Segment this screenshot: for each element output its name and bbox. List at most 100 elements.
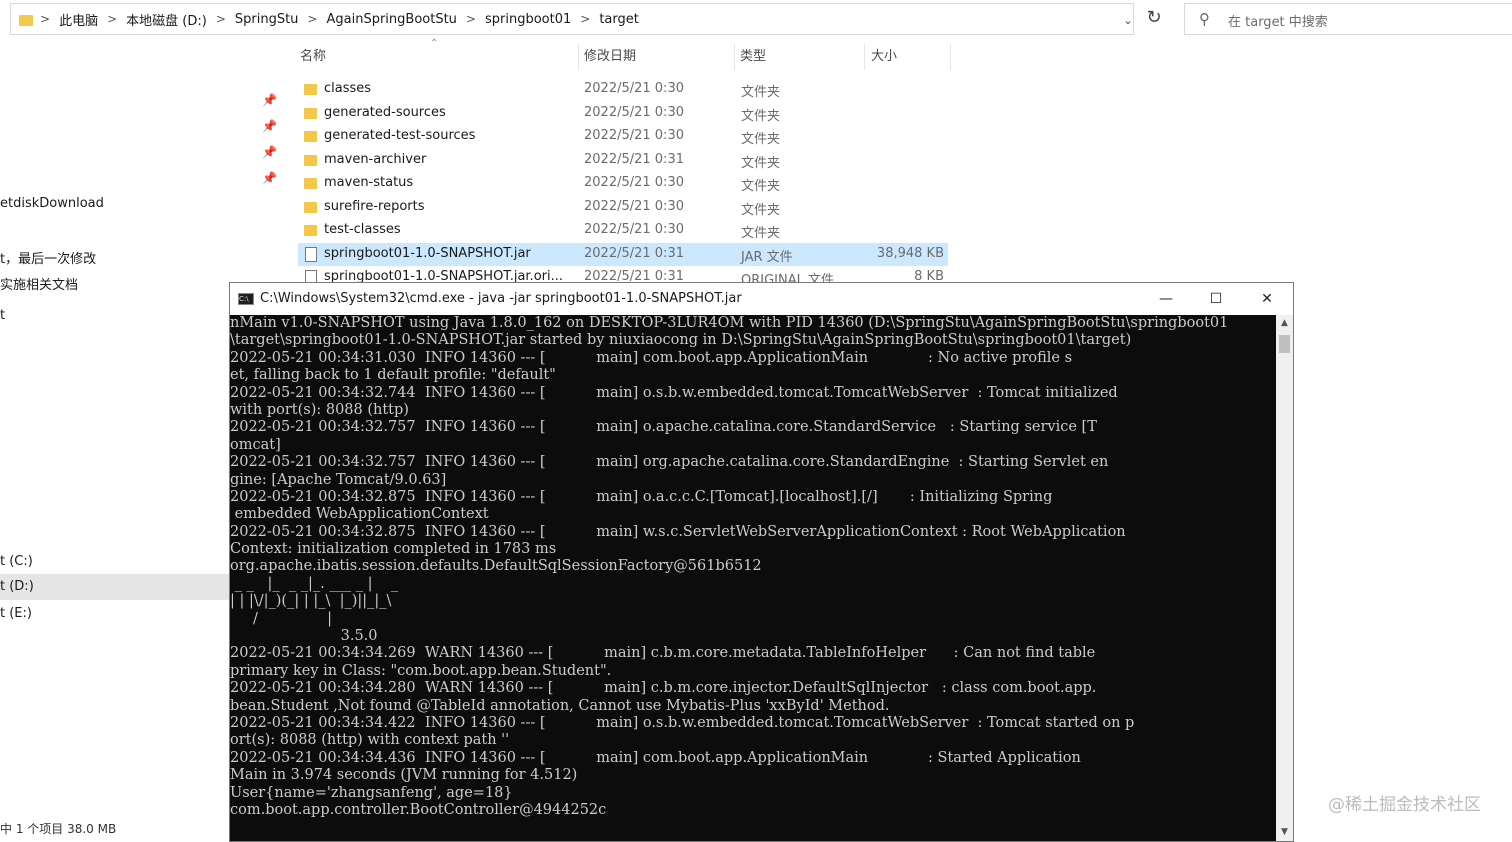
folder-icon (304, 107, 317, 119)
breadcrumb-separator-icon[interactable]: > (304, 12, 320, 26)
breadcrumb-separator-icon[interactable]: > (104, 12, 120, 26)
file-name: test-classes (324, 222, 401, 237)
console-line: bean.Student ,Not found @TableId annotat… (230, 697, 890, 714)
file-type: 文件夹 (741, 132, 781, 147)
sidebar-item[interactable]: 实施相关文档 (0, 274, 78, 293)
column-header-name[interactable]: 名称 (300, 46, 326, 68)
file-row[interactable]: classes 2022/5/21 0:30 文件夹 (298, 78, 948, 101)
file-date: 2022/5/21 0:30 (584, 81, 684, 96)
folder-icon (304, 131, 317, 142)
console-output[interactable]: nMain v1.0-SNAPSHOT using Java 1.8.0_162… (230, 315, 1275, 841)
scroll-down-icon[interactable]: ▼ (1276, 824, 1293, 841)
file-date: 2022/5/21 0:31 (584, 245, 684, 261)
column-divider[interactable] (864, 44, 865, 70)
file-name: maven-archiver (324, 151, 427, 167)
file-row[interactable]: generated-sources 2022/5/21 0:30 文件夹 (298, 102, 948, 125)
file-row[interactable]: springboot01-1.0-SNAPSHOT.jar 2022/5/21 0… (298, 242, 948, 266)
console-line: 2022-05-21 00:34:34.436 INFO 14360 --- [… (230, 749, 1081, 766)
sort-ascending-icon: ⌃ (430, 38, 439, 49)
breadcrumb-item[interactable]: SpringStu (229, 12, 305, 27)
pin-icon[interactable]: 📌 (262, 93, 277, 107)
column-header-date[interactable]: 修改日期 (584, 46, 636, 68)
file-row[interactable]: test-classes 2022/5/21 0:30 文件夹 (298, 219, 948, 242)
breadcrumb-separator-icon[interactable]: > (463, 12, 479, 26)
breadcrumb-separator-icon[interactable]: > (37, 12, 53, 26)
file-row[interactable]: maven-status 2022/5/21 0:30 文件夹 (298, 172, 948, 195)
console-line: with port(s): 8088 (http) (230, 401, 409, 418)
console-line: 2022-05-21 00:34:34.280 WARN 14360 --- [… (230, 680, 1097, 697)
search-input[interactable]: 在 target 中搜索 (1228, 11, 1328, 30)
console-line: primary key in Class: "com.boot.app.bean… (230, 662, 612, 679)
file-row[interactable]: maven-archiver 2022/5/21 0:31 文件夹 (298, 149, 948, 172)
console-line: _ _ |_ _ _|_. ___ _ | _ (230, 575, 399, 592)
cmd-window[interactable]: C:\ C:\Windows\System32\cmd.exe - java -… (229, 282, 1294, 842)
console-line: 2022-05-21 00:34:32.757 INFO 14360 --- [… (230, 454, 1109, 471)
breadcrumb-separator-icon[interactable]: > (577, 12, 593, 26)
console-line: ort(s): 8088 (http) with context path '' (230, 732, 510, 749)
folder-icon (304, 154, 317, 166)
breadcrumb: > 此电脑 > 本地磁盘 (D:) > SpringStu > AgainSpringBoot… (19, 4, 645, 34)
console-line: User{name='zhangsanfeng', age=18} (230, 784, 513, 801)
maximize-icon[interactable]: ☐ (1191, 283, 1241, 315)
sidebar-drive-d[interactable]: t (D:) (0, 574, 230, 600)
console-line: 2022-05-21 00:34:32.757 INFO 14360 --- [… (230, 419, 1097, 436)
cmd-window-title: C:\Windows\System32\cmd.exe - java -jar … (260, 291, 742, 306)
console-line: 2022-05-21 00:34:31.030 INFO 14360 --- [… (230, 349, 1073, 366)
file-name: surefire-reports (324, 198, 425, 214)
address-bar[interactable]: > 此电脑 > 本地磁盘 (D:) > SpringStu > AgainSpringBoot… (10, 3, 1134, 35)
cmd-title-bar[interactable]: C:\ C:\Windows\System32\cmd.exe - java -… (230, 283, 1293, 315)
status-bar: 中 1 个项目 38.0 MB (0, 822, 117, 836)
minimize-icon[interactable]: — (1141, 283, 1191, 315)
breadcrumb-item[interactable]: target (593, 12, 645, 27)
folder-icon (304, 225, 317, 236)
console-line: 2022-05-21 00:34:32.875 INFO 14360 --- [… (230, 488, 1053, 505)
breadcrumb-item[interactable]: AgainSpringBootStu (320, 12, 462, 27)
breadcrumb-separator-icon[interactable]: > (213, 12, 229, 26)
file-date: 2022/5/21 0:30 (584, 222, 684, 237)
close-icon[interactable]: ✕ (1242, 283, 1292, 315)
folder-icon (304, 201, 317, 213)
file-date: 2022/5/21 0:30 (584, 198, 684, 214)
column-header-size[interactable]: 大小 (871, 46, 897, 68)
console-line: 2022-05-21 00:34:34.422 INFO 14360 --- [… (230, 714, 1135, 731)
file-date: 2022/5/21 0:31 (584, 151, 684, 167)
file-type: 文件夹 (741, 202, 781, 218)
file-type: JAR 文件 (741, 249, 793, 265)
column-divider[interactable] (578, 44, 579, 70)
console-line: 2022-05-21 00:34:34.269 WARN 14360 --- [… (230, 645, 1096, 662)
file-date: 2022/5/21 0:30 (584, 104, 684, 120)
console-scrollbar[interactable]: ▲ ▼ (1276, 315, 1293, 841)
sidebar-drive-e[interactable]: t (E:) (0, 606, 32, 621)
column-divider[interactable] (734, 44, 735, 70)
console-line: 3.5.0 (230, 628, 378, 645)
file-name: springboot01-1.0-SNAPSHOT.jar (324, 245, 531, 261)
breadcrumb-item[interactable]: 本地磁盘 (D:) (120, 10, 213, 29)
sidebar-item[interactable]: t，最后一次修改 (0, 248, 96, 267)
column-divider[interactable] (950, 44, 951, 70)
console-line: \target\springboot01-1.0-SNAPSHOT.jar st… (230, 332, 1132, 349)
search-box[interactable]: ⚲ 在 target 中搜索 (1184, 3, 1512, 35)
address-history-dropdown[interactable]: ⌄ (1114, 9, 1142, 33)
console-line: com.boot.app.controller.BootController@4… (230, 801, 607, 818)
console-line: / | (230, 610, 332, 627)
column-header-type[interactable]: 类型 (740, 46, 766, 68)
pin-icon[interactable]: 📌 (262, 171, 277, 185)
sidebar-item[interactable]: etdiskDownload (0, 196, 104, 211)
file-name: generated-test-sources (324, 128, 476, 143)
sidebar-item[interactable]: t (0, 308, 5, 323)
console-line: omcat] (230, 436, 281, 453)
scroll-thumb[interactable] (1279, 335, 1290, 353)
file-date: 2022/5/21 0:30 (584, 175, 684, 190)
file-row[interactable]: surefire-reports 2022/5/21 0:30 文件夹 (298, 196, 948, 219)
sidebar-drive-c[interactable]: t (C:) (0, 554, 33, 569)
file-type: 文件夹 (741, 155, 781, 171)
folder-icon (19, 14, 33, 26)
scroll-up-icon[interactable]: ▲ (1276, 315, 1293, 332)
file-icon (305, 246, 317, 262)
breadcrumb-item[interactable]: 此电脑 (53, 10, 104, 29)
pin-icon[interactable]: 📌 (262, 119, 277, 133)
breadcrumb-item[interactable]: springboot01 (479, 12, 577, 27)
pin-icon[interactable]: 📌 (262, 145, 277, 159)
file-row[interactable]: generated-test-sources 2022/5/21 0:30 文件夹 (298, 125, 948, 148)
refresh-icon[interactable]: ↻ (1140, 4, 1168, 32)
